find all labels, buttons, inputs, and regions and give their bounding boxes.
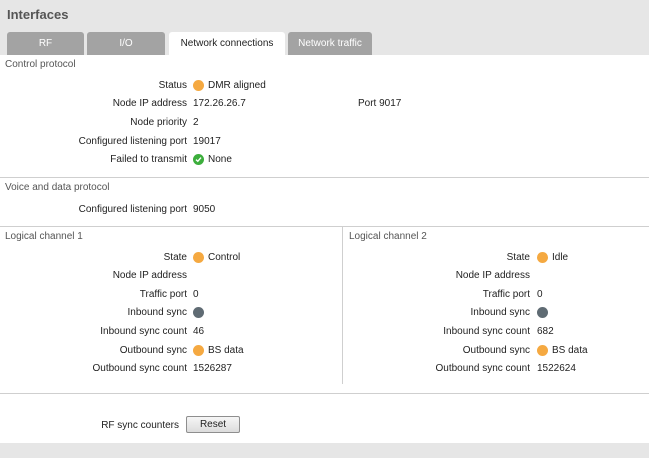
ch2-node-ip-label: Node IP address [455, 270, 530, 281]
voice-listening-port-value: 9050 [193, 204, 216, 215]
ch2-inbound-sync-dot-icon [537, 307, 548, 318]
ch2-state-value: Idle [552, 252, 569, 263]
status-value: DMR aligned [208, 80, 266, 91]
node-ip-value: 172.26.26.7 [193, 98, 246, 109]
check-circle-icon [193, 154, 204, 165]
status-label: Status [158, 80, 187, 91]
ch1-state-dot-icon [193, 252, 204, 263]
reset-button[interactable]: Reset [186, 416, 240, 433]
logical-channel-1-title: Logical channel 1 [5, 231, 83, 242]
ch1-inbound-count-value: 46 [193, 326, 205, 337]
ch2-inbound-count-value: 682 [537, 326, 554, 337]
page-title: Interfaces [7, 7, 69, 22]
control-protocol-title: Control protocol [5, 59, 76, 70]
ch1-outbound-sync-dot-icon [193, 345, 204, 356]
ch2-state-label: State [506, 252, 530, 263]
ch2-state-dot-icon [537, 252, 548, 263]
tab-io[interactable]: I/O [87, 32, 165, 55]
ch2-inbound-sync-label: Inbound sync [470, 307, 531, 318]
ch2-outbound-count-label: Outbound sync count [435, 363, 530, 374]
ch2-outbound-sync-dot-icon [537, 345, 548, 356]
ch2-traffic-port-label: Traffic port [482, 289, 530, 300]
ch1-inbound-count-label: Inbound sync count [100, 326, 187, 337]
ch1-traffic-port-value: 0 [193, 289, 199, 300]
divider [0, 177, 649, 178]
ch1-outbound-sync-value: BS data [208, 345, 244, 356]
divider [0, 393, 649, 394]
ch1-inbound-sync-dot-icon [193, 307, 204, 318]
ch1-state-label: State [163, 252, 187, 263]
voice-listening-port-label: Configured listening port [78, 204, 187, 215]
ch2-outbound-count-value: 1522624 [537, 363, 576, 374]
tab-rf[interactable]: RF [7, 32, 84, 55]
failed-transmit-label: Failed to transmit [110, 154, 187, 165]
ch1-outbound-count-value: 1526287 [193, 363, 232, 374]
node-priority-value: 2 [193, 117, 199, 128]
ch1-outbound-count-label: Outbound sync count [92, 363, 187, 374]
ch2-outbound-sync-label: Outbound sync [462, 345, 530, 356]
listening-port-value: 19017 [193, 136, 221, 147]
ch2-inbound-count-label: Inbound sync count [443, 326, 530, 337]
listening-port-label: Configured listening port [78, 136, 187, 147]
status-dot-icon [193, 80, 204, 91]
ch1-node-ip-label: Node IP address [112, 270, 187, 281]
control-port-value: Port 9017 [358, 98, 402, 109]
ch1-outbound-sync-label: Outbound sync [119, 345, 187, 356]
node-priority-label: Node priority [130, 117, 187, 128]
network-connections-panel: Control protocol Status DMR aligned Node… [0, 55, 649, 443]
logical-channel-2-title: Logical channel 2 [349, 231, 427, 242]
ch1-traffic-port-label: Traffic port [139, 289, 187, 300]
ch1-inbound-sync-label: Inbound sync [127, 307, 188, 318]
rf-sync-counters-label: RF sync counters [101, 420, 179, 431]
channel-divider [342, 226, 343, 384]
voice-data-protocol-title: Voice and data protocol [5, 182, 110, 193]
node-ip-label: Node IP address [112, 98, 187, 109]
ch1-state-value: Control [208, 252, 241, 263]
tab-network-connections[interactable]: Network connections [169, 32, 285, 55]
ch2-traffic-port-value: 0 [537, 289, 543, 300]
divider [0, 226, 649, 227]
tab-network-traffic[interactable]: Network traffic [288, 32, 372, 55]
failed-transmit-value: None [208, 154, 232, 165]
ch2-outbound-sync-value: BS data [552, 345, 588, 356]
